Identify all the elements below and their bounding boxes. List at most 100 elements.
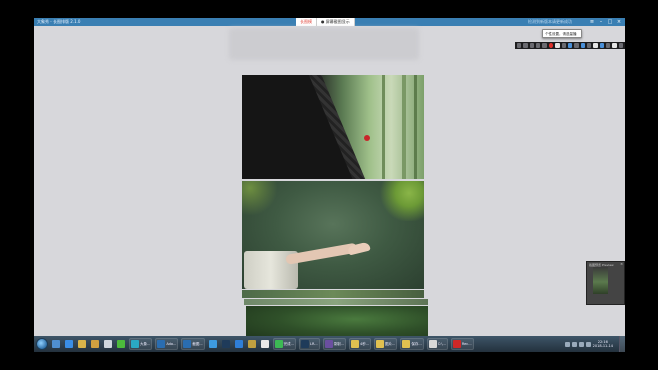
photo-hand-rain[interactable] (242, 181, 424, 289)
taskbar-item-label: 4秒... (359, 341, 370, 346)
taskbar: 大象... Ado... 截图... 完成... LR... 录制... 4秒... 图片..… (34, 336, 625, 352)
photoshop-icon (157, 340, 166, 348)
taskbar-item[interactable]: C:\... (426, 338, 448, 350)
capture-toolbar (515, 42, 625, 49)
bamboo-stalk (382, 75, 385, 179)
taskbar-item[interactable] (77, 338, 87, 350)
c-app-icon (428, 340, 437, 348)
leaves (242, 181, 282, 216)
taskbar-item-label: 图片... (385, 341, 396, 346)
taskbar-item-label: Ado... (166, 342, 177, 346)
camera-icon[interactable] (612, 43, 617, 48)
redo-icon[interactable] (561, 43, 566, 48)
taskbar-item[interactable]: Rec... (450, 338, 474, 350)
screen: 大象秀 - 长图排版 2.1.0 长图模 ● 屏幕截图显示 检测到新版本请更新成… (34, 18, 625, 352)
taskbar-items: 大象... Ado... 截图... 完成... LR... 录制... 4秒... 图片..… (51, 338, 474, 350)
taskbar-item[interactable] (208, 338, 218, 350)
maximize-button[interactable]: □ (607, 18, 613, 26)
qq-icon (260, 340, 269, 348)
taskbar-item[interactable]: Ado... (155, 338, 179, 350)
taskbar-item[interactable] (116, 338, 126, 350)
taskbar-item[interactable] (51, 338, 61, 350)
record-icon[interactable] (548, 43, 554, 48)
minimize-button[interactable]: – (598, 18, 604, 26)
start-button[interactable] (36, 338, 48, 350)
filter-icon[interactable] (599, 43, 605, 48)
pen-icon[interactable] (574, 43, 579, 48)
taskbar-item[interactable]: LR... (299, 338, 320, 350)
doc-icon (350, 340, 359, 348)
volume-icon[interactable] (571, 341, 577, 347)
mosaic-icon[interactable] (567, 43, 573, 48)
brush-icon[interactable] (523, 43, 528, 48)
taskbar-item[interactable]: 4秒... (348, 338, 372, 350)
taskbar-item-label: 截图... (192, 341, 203, 346)
lr-app-icon (301, 340, 310, 348)
taskbar-item[interactable] (260, 338, 270, 350)
tab-screen-capture[interactable]: ● 屏幕截图显示 (317, 18, 355, 26)
taskbar-item[interactable]: 录制... (322, 338, 346, 350)
taskbar-item[interactable]: 完成... (272, 338, 297, 350)
taskbar-item[interactable]: 保存... (400, 338, 424, 350)
taskbar-item[interactable] (103, 338, 113, 350)
taskbar-item-label: 录制... (333, 341, 344, 346)
taskbar-item[interactable] (90, 338, 100, 350)
window-controls: ≡ – □ × (589, 18, 622, 26)
crop-icon[interactable] (536, 43, 541, 48)
notification-icon[interactable] (585, 341, 591, 347)
roof-eave (242, 75, 362, 179)
photo-foliage[interactable] (246, 306, 428, 339)
taskbar-item-label: 完成... (283, 341, 295, 346)
thumbnail-preview[interactable]: 截图预览 Preview × (586, 261, 625, 305)
feather-icon (208, 340, 217, 348)
taskbar-item-label: Rec... (461, 342, 472, 346)
input-method-icon[interactable] (578, 341, 584, 347)
mark-icon[interactable] (593, 43, 598, 48)
blurred-heading (229, 28, 419, 60)
photoshop2-icon (183, 340, 192, 348)
wechat-icon (117, 340, 125, 348)
clock-date: 2018-11-14 (592, 344, 613, 348)
tooltip: 个性设置，请选量播 (542, 29, 582, 38)
image-icon[interactable] (586, 43, 592, 48)
taskbar-item[interactable]: 大象... (129, 338, 153, 350)
thumbnail-image (593, 267, 608, 294)
taskbar-item[interactable] (247, 338, 257, 350)
taskbar-item[interactable]: 图片... (374, 338, 398, 350)
photo-strip[interactable] (242, 290, 424, 298)
notepad-icon (104, 340, 112, 348)
taskbar-item[interactable] (234, 338, 244, 350)
text-icon[interactable] (529, 43, 535, 48)
red-flower (364, 135, 370, 141)
close-button[interactable]: × (616, 18, 622, 26)
close-icon[interactable] (618, 43, 624, 48)
tab-strip: 长图模 ● 屏幕截图显示 (296, 18, 355, 26)
photo-strip[interactable] (244, 299, 428, 305)
update-notice[interactable]: 检测到新版本请更新成功 (528, 19, 572, 25)
people-icon (91, 340, 99, 348)
window-title: 大象秀 - 长图排版 2.1.0 (37, 19, 81, 24)
arrow-icon[interactable] (517, 43, 522, 48)
taskbar-item-label: LR... (310, 342, 318, 346)
green-app-icon (274, 340, 283, 348)
menu-icon[interactable]: ≡ (589, 18, 595, 26)
network-icon[interactable] (564, 341, 570, 347)
taskbar-item[interactable] (64, 338, 74, 350)
settings-icon[interactable] (606, 43, 611, 48)
tool-icon (247, 340, 256, 348)
taskbar-item[interactable] (221, 338, 231, 350)
undo-icon[interactable] (555, 43, 560, 48)
mic-icon[interactable] (580, 43, 585, 48)
thumbnail-close-icon[interactable]: × (620, 262, 623, 266)
photo-roof-bamboo[interactable] (242, 75, 424, 179)
taskbar-item[interactable]: 截图... (181, 338, 205, 350)
arm (285, 242, 358, 265)
clock[interactable]: 22:16 2018-11-14 (593, 340, 613, 349)
taskbar-item-label: C:\... (437, 342, 446, 346)
record-red-icon (452, 340, 461, 348)
zoom-icon[interactable] (542, 43, 547, 48)
bamboo-stalk (414, 75, 417, 179)
show-desktop-button[interactable] (619, 336, 625, 352)
tab-long-image[interactable]: 长图模 (296, 18, 317, 26)
leaves (374, 181, 424, 221)
